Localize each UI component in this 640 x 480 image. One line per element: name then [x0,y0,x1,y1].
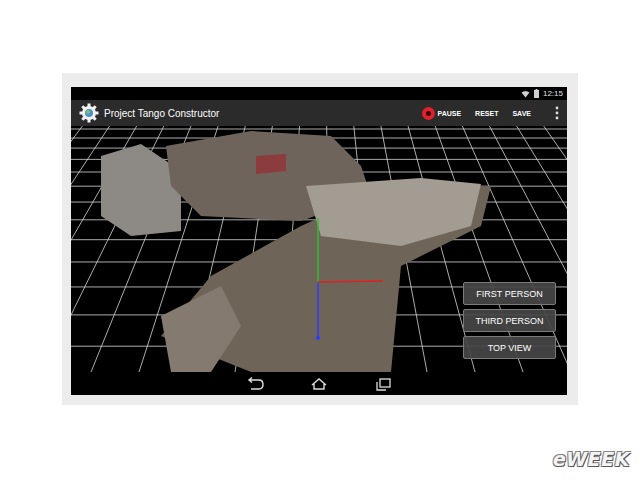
page: 12:15 Project Tango Constructor PAUSE RE… [0,0,640,480]
view-mode-buttons: FIRST PERSON THIRD PERSON TOP VIEW [463,282,556,359]
app-title: Project Tango Constructor [104,108,219,119]
status-bar: 12:15 [71,87,567,100]
record-icon [422,107,435,120]
pause-button[interactable]: PAUSE [420,107,464,120]
clock: 12:15 [543,89,563,99]
back-icon[interactable] [243,377,267,391]
view-mode-button[interactable]: THIRD PERSON [463,309,556,332]
eweek-logo: eWEEK [553,448,630,470]
recent-apps-icon[interactable] [371,377,395,391]
overflow-menu-icon[interactable] [555,106,559,120]
navigation-bar [71,372,567,395]
home-icon[interactable] [307,377,331,391]
screenshot-frame: 12:15 Project Tango Constructor PAUSE RE… [62,73,578,405]
3d-view[interactable]: FIRST PERSON THIRD PERSON TOP VIEW [71,126,567,372]
action-label: SAVE [512,110,531,117]
reset-button[interactable]: RESET [473,110,500,117]
action-label: PAUSE [438,110,462,117]
tablet-screen: 12:15 Project Tango Constructor PAUSE RE… [71,87,567,395]
action-bar: Project Tango Constructor PAUSE RESET SA… [71,100,567,126]
view-mode-button[interactable]: FIRST PERSON [463,282,556,305]
wifi-icon [521,90,530,98]
axes [316,218,383,340]
action-label: RESET [475,110,498,117]
view-mode-button[interactable]: TOP VIEW [463,336,556,359]
battery-icon [534,89,539,98]
action-list: PAUSE RESET SAVE [420,106,560,120]
gear-logo-icon[interactable] [79,103,99,123]
point-cloud [101,131,491,372]
ground-grid [71,126,567,372]
save-button[interactable]: SAVE [510,110,533,117]
